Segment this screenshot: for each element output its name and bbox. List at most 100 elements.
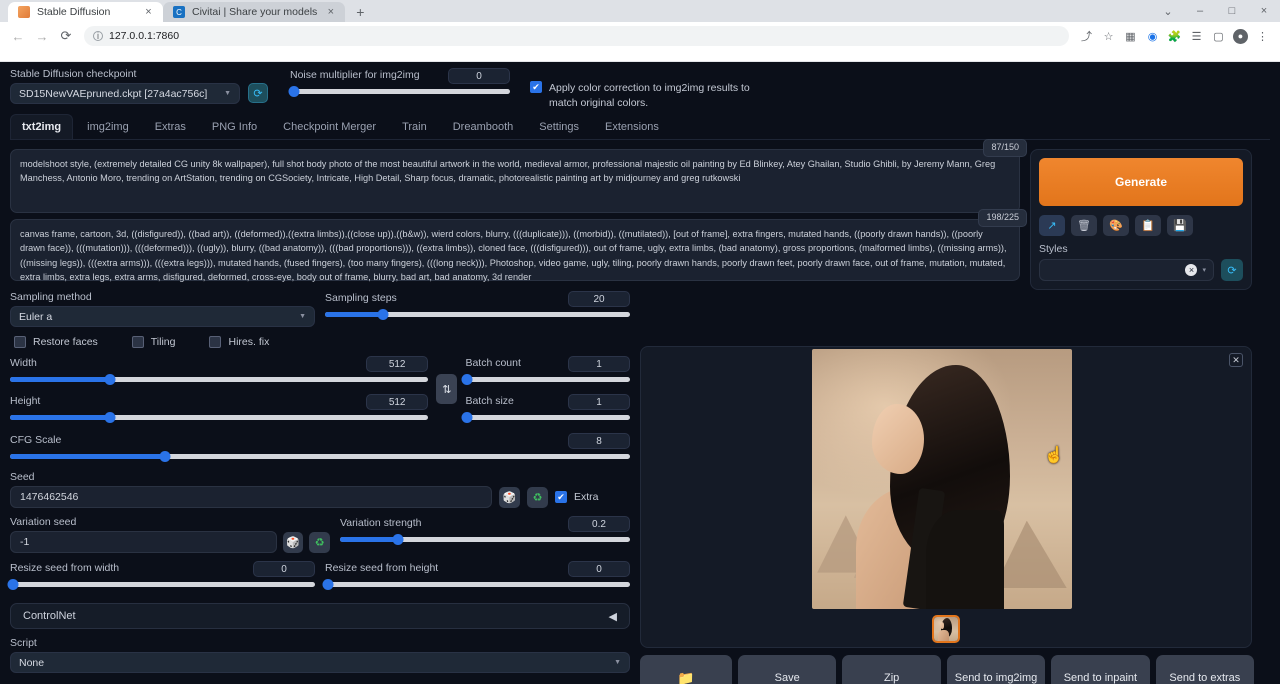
browser-tab-civitai[interactable]: C Civitai | Share your models × xyxy=(163,2,345,22)
extra-toggle[interactable]: ✔ Extra xyxy=(555,491,599,503)
tab-img2img[interactable]: img2img xyxy=(75,114,141,139)
color-correction-checkbox[interactable]: ✔ xyxy=(530,81,542,93)
variation-strength-slider[interactable] xyxy=(340,532,630,546)
more-menu-icon[interactable]: ⋮ xyxy=(1252,26,1273,47)
avatar-icon[interactable]: ● xyxy=(1233,29,1248,44)
arrow-pen-icon[interactable]: ↗ xyxy=(1039,215,1065,236)
height-value[interactable]: 512 xyxy=(366,394,428,410)
negative-prompt-input[interactable]: 198/225 canvas frame, cartoon, 3d, ((dis… xyxy=(10,219,1020,281)
batch-count-value[interactable]: 1 xyxy=(568,356,630,372)
styles-select[interactable]: × ▾ xyxy=(1039,259,1214,281)
folder-icon: 📁 xyxy=(677,669,694,684)
resize-seed-height-slider[interactable] xyxy=(325,577,630,591)
checkpoint-select[interactable]: SD15NewVAEpruned.ckpt [27a4ac756c] ▼ xyxy=(10,83,240,104)
trash-icon[interactable]: 🗑 xyxy=(1071,215,1097,236)
seed-dice-button[interactable]: 🎲 xyxy=(499,487,520,508)
extra-checkbox[interactable]: ✔ xyxy=(555,491,567,503)
tab-settings[interactable]: Settings xyxy=(527,114,591,139)
positive-prompt-input[interactable]: 87/150 modelshoot style, (extremely deta… xyxy=(10,149,1020,213)
maximize-icon[interactable]: □ xyxy=(1216,5,1248,17)
batch-count-slider[interactable] xyxy=(465,372,630,386)
clipboard-icon[interactable]: 📋 xyxy=(1135,215,1161,236)
tab-png-info[interactable]: PNG Info xyxy=(200,114,269,139)
zip-button[interactable]: Zip xyxy=(842,655,940,684)
variation-strength-value[interactable]: 0.2 xyxy=(568,516,630,532)
tiling-toggle[interactable]: Tiling xyxy=(132,336,176,348)
tiling-checkbox[interactable] xyxy=(132,336,144,348)
sampling-steps-value[interactable]: 20 xyxy=(568,291,630,307)
extension-icon[interactable]: 🧩 xyxy=(1164,26,1185,47)
chevron-down-icon[interactable]: ▾ xyxy=(1202,266,1206,274)
batch-size-value[interactable]: 1 xyxy=(568,394,630,410)
resize-seed-height-value[interactable]: 0 xyxy=(568,561,630,577)
sampling-steps-label: Sampling steps xyxy=(325,292,397,304)
seed-recycle-button[interactable]: ♻ xyxy=(527,487,548,508)
resize-seed-width-slider[interactable] xyxy=(10,577,315,591)
extensions-puzzle-icon[interactable]: ▦ xyxy=(1120,26,1141,47)
send-to-extras-button[interactable]: Send to extras xyxy=(1156,655,1254,684)
close-icon[interactable]: × xyxy=(142,6,155,19)
hires-fix-checkbox[interactable] xyxy=(209,336,221,348)
restore-faces-toggle[interactable]: Restore faces xyxy=(14,336,98,348)
swap-dimensions-button[interactable]: ⇅ xyxy=(436,374,457,404)
tab-dreambooth[interactable]: Dreambooth xyxy=(441,114,526,139)
palette-icon[interactable]: 🎨 xyxy=(1103,215,1129,236)
width-value[interactable]: 512 xyxy=(366,356,428,372)
new-tab-button[interactable]: + xyxy=(349,2,371,22)
forward-icon[interactable]: → xyxy=(31,25,53,47)
address-bar[interactable]: i 127.0.0.1:7860 xyxy=(84,26,1069,46)
open-folder-button[interactable]: 📁 xyxy=(640,655,732,684)
sampling-steps-slider[interactable] xyxy=(325,307,630,321)
script-select[interactable]: None ▼ xyxy=(10,652,630,673)
seed-input[interactable]: 1476462546 xyxy=(10,486,492,508)
save-button[interactable]: Save xyxy=(738,655,836,684)
profile-sync-icon[interactable]: ◉ xyxy=(1142,26,1163,47)
chevron-down-icon[interactable]: ⌄ xyxy=(1152,5,1184,18)
resize-seed-width-value[interactable]: 0 xyxy=(253,561,315,577)
variation-dice-button[interactable]: 🎲 xyxy=(283,532,304,553)
height-slider[interactable] xyxy=(10,410,428,424)
noise-multiplier-slider[interactable] xyxy=(290,84,510,98)
refresh-styles-button[interactable]: ⟳ xyxy=(1221,259,1243,281)
color-correction-field[interactable]: ✔ Apply color correction to img2img resu… xyxy=(530,81,780,111)
cfg-scale-field: CFG Scale 8 xyxy=(10,433,630,463)
extra-label: Extra xyxy=(574,491,599,503)
send-to-inpaint-button[interactable]: Send to inpaint xyxy=(1051,655,1149,684)
site-info-icon[interactable]: i xyxy=(93,31,103,41)
controlnet-accordion[interactable]: ControlNet ◀ xyxy=(10,603,630,629)
refresh-checkpoint-button[interactable]: ⟳ xyxy=(248,83,268,103)
send-to-img2img-button[interactable]: Send to img2img xyxy=(947,655,1045,684)
batch-size-slider[interactable] xyxy=(465,410,630,424)
browser-tab-stable-diffusion[interactable]: Stable Diffusion × xyxy=(8,2,163,22)
close-icon[interactable]: × xyxy=(1185,264,1197,276)
reading-list-icon[interactable]: ☰ xyxy=(1186,26,1207,47)
side-panel-icon[interactable]: ▢ xyxy=(1208,26,1229,47)
close-icon[interactable]: ✕ xyxy=(1229,353,1243,367)
cfg-scale-value[interactable]: 8 xyxy=(568,433,630,449)
noise-multiplier-value[interactable]: 0 xyxy=(448,68,510,84)
variation-seed-input[interactable]: -1 xyxy=(10,531,277,553)
bookmark-star-icon[interactable]: ☆ xyxy=(1098,26,1119,47)
generate-button[interactable]: Generate xyxy=(1039,158,1243,206)
tab-extensions[interactable]: Extensions xyxy=(593,114,671,139)
window-close-icon[interactable]: × xyxy=(1248,5,1280,17)
minimize-icon[interactable]: – xyxy=(1184,5,1216,17)
back-icon[interactable]: ← xyxy=(7,25,29,47)
cfg-scale-slider[interactable] xyxy=(10,449,630,463)
share-icon[interactable]: ⤴ xyxy=(1076,26,1097,47)
tab-txt2img[interactable]: txt2img xyxy=(10,114,73,139)
tab-train[interactable]: Train xyxy=(390,114,439,139)
variation-recycle-button[interactable]: ♻ xyxy=(309,532,330,553)
restore-faces-checkbox[interactable] xyxy=(14,336,26,348)
tab-checkpoint-merger[interactable]: Checkpoint Merger xyxy=(271,114,388,139)
tab-extras[interactable]: Extras xyxy=(143,114,198,139)
hires-fix-toggle[interactable]: Hires. fix xyxy=(209,336,269,348)
generated-image-preview[interactable]: ☝ xyxy=(812,349,1072,609)
collapse-arrow-icon[interactable]: ◀ xyxy=(609,610,617,623)
close-icon[interactable]: × xyxy=(324,6,337,19)
gallery-thumbnail[interactable] xyxy=(932,615,960,643)
save-style-icon[interactable]: 💾 xyxy=(1167,215,1193,236)
width-slider[interactable] xyxy=(10,372,428,386)
reload-icon[interactable]: ⟳ xyxy=(55,25,77,47)
sampling-method-select[interactable]: Euler a ▼ xyxy=(10,306,315,327)
